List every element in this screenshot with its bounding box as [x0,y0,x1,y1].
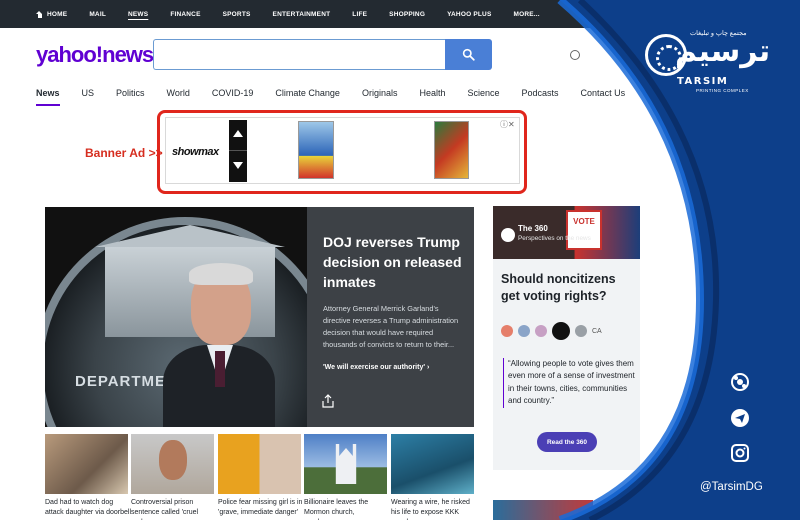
tab-originals[interactable]: Originals [362,88,398,106]
banner-ad-highlight [157,110,527,194]
social-handle: @TarsimDG [700,481,763,493]
website-icon[interactable] [730,372,750,392]
person-photo [163,263,275,427]
topnav-yahoo-plus[interactable]: YAHOO PLUS [447,11,491,18]
topnav-news[interactable]: NEWS [128,11,148,18]
yahoo-news-logo[interactable]: yahoo!news [36,42,154,68]
vote-sign: VOTE [566,210,602,250]
story-thumbnail[interactable] [218,434,301,494]
topnav-finance[interactable]: FINANCE [170,11,200,18]
category-navigation: News US Politics World COVID-19 Climate … [36,88,677,106]
the-360-quote: “Allowing people to vote gives them even… [503,358,635,408]
topnav-entertainment[interactable]: ENTERTAINMENT [273,11,331,18]
hero-image[interactable]: DEPARTMENT STICE [45,207,307,427]
tab-politics[interactable]: Politics [116,88,145,106]
the-360-subtitle: Perspectives on the news [518,235,591,242]
tab-podcasts[interactable]: Podcasts [522,88,559,106]
share-icon[interactable] [322,394,334,408]
story-thumbnail[interactable] [391,434,474,494]
telegram-icon[interactable] [730,408,750,428]
story-thumbnail[interactable] [45,434,128,494]
story-thumbnail[interactable] [304,434,387,494]
banner-ad-label: Banner Ad >> [85,146,163,160]
next-card-preview[interactable] [493,500,593,520]
tab-contact-us[interactable]: Contact Us [581,88,626,106]
tab-science[interactable]: Science [467,88,499,106]
tab-news[interactable]: News [36,88,60,106]
home-icon [36,10,43,18]
search-button[interactable] [445,39,492,70]
brand-subtitle-en: PRINTING COMPLEX [696,88,749,93]
tab-climate-change[interactable]: Climate Change [275,88,340,106]
partial-icon [570,50,580,60]
topnav-mail[interactable]: MAIL [89,11,106,18]
source-logo-icon [501,325,513,337]
story-caption[interactable]: Billionaire leaves the Mormon church, co… [304,498,390,520]
the-360-question[interactable]: Should noncitizens get voting rights? [501,271,636,305]
hero-related-link[interactable]: 'We will exercise our authority' › [323,364,429,371]
top-navigation-bar: HOME MAIL NEWS FINANCE SPORTS ENTERTAINM… [0,0,800,28]
tab-us[interactable]: US [82,88,95,106]
source-logo-icon [575,325,587,337]
story-caption[interactable]: Police fear missing girl is in 'grave, i… [218,498,304,518]
the-360-icon [501,228,515,242]
tab-covid-19[interactable]: COVID-19 [212,88,254,106]
source-logo-icon [552,322,570,340]
source-logo-icon [535,325,547,337]
topnav-more[interactable]: MORE... [513,11,539,18]
topnav-sports[interactable]: SPORTS [223,11,251,18]
logo-section: news [102,42,154,67]
search-icon [462,48,475,61]
tab-health[interactable]: Health [419,88,445,106]
read-the-360-button[interactable]: Read the 360 [537,432,597,452]
topnav-life[interactable]: LIFE [352,11,367,18]
logo-brand: yahoo! [36,42,103,67]
tab-world[interactable]: World [167,88,190,106]
source-logo-icon [518,325,530,337]
instagram-icon[interactable] [730,443,750,463]
source-logo-text: CA [592,327,602,335]
topnav-home[interactable]: HOME [36,10,67,18]
story-caption[interactable]: Controversial prison sentence called 'cr… [131,498,217,520]
hero-headline[interactable]: DOJ reverses Trump decision on released … [323,233,463,293]
search-input[interactable] [153,39,445,70]
the-360-label: The 360 [518,224,548,233]
topnav-shopping[interactable]: SHOPPING [389,11,425,18]
story-caption[interactable]: Wearing a wire, he risked his life to ex… [391,498,477,520]
brand-title-en: TARSIM [677,76,729,87]
story-caption[interactable]: Dad had to watch dog attack daughter via… [45,498,131,520]
brand-title-fa: ترسیم [675,34,771,69]
story-thumbnail[interactable] [131,434,214,494]
tab-more[interactable]: ... [647,88,655,106]
hero-summary: Attorney General Merrick Garland's direc… [323,304,459,349]
source-logos: CA [501,322,602,340]
